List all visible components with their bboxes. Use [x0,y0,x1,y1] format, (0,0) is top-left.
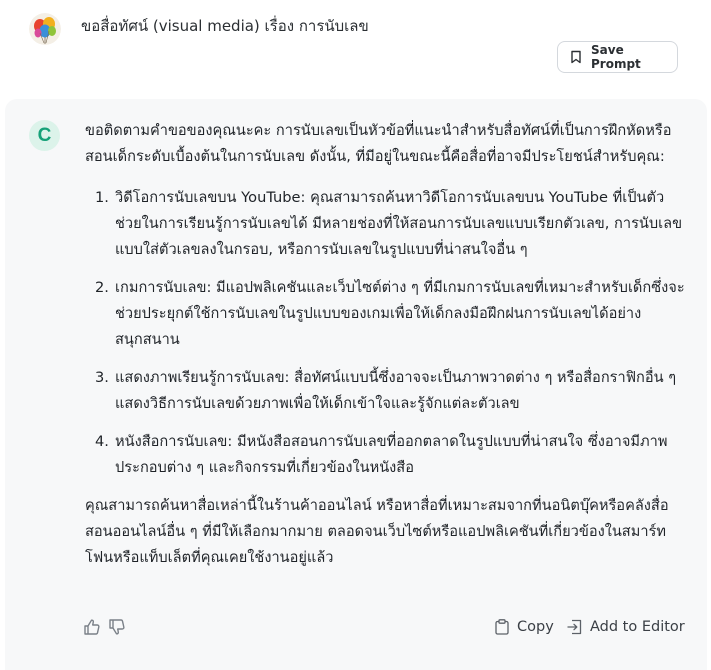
save-prompt-label: Save Prompt [591,43,641,71]
list-item-number: 1. [95,189,109,206]
clipboard-icon [493,618,511,636]
thumbs-up-icon [84,619,100,635]
list-item-number: 2. [95,279,109,296]
prompt-text: ขอสื่อทัศน์ (visual media) เรื่อง การนับ… [81,17,369,35]
add-to-editor-label: Add to Editor [590,619,685,635]
thumbs-down-icon [109,619,125,635]
list-item-text: แสดงภาพเรียนรู้การนับเลข: สื่อทัศน์แบบนี… [115,369,677,412]
thumbs-up-button[interactable] [82,617,102,637]
list-item: 2. เกมการนับเลข: มีแอปพลิเคชันและเว็บไซต… [85,275,685,353]
assistant-avatar: C [29,120,60,151]
copy-label: Copy [517,619,554,635]
list-item: 4. หนังสือการนับเลข: มีหนังสือสอนการนับเ… [85,429,685,481]
media-suggestion-list: 1. วิดีโอการนับเลขบน YouTube: คุณสามารถค… [85,185,685,481]
user-prompt-row: ขอสื่อทัศน์ (visual media) เรื่อง การนับ… [0,0,711,96]
assistant-response-panel: C ขอติดตามคำขอของคุณนะคะ การนับเลขเป็นหั… [5,99,707,670]
list-item-number: 3. [95,369,109,386]
list-item-text: หนังสือการนับเลข: มีหนังสือสอนการนับเลขท… [115,433,668,476]
response-intro: ขอติดตามคำขอของคุณนะคะ การนับเลขเป็นหัวข… [85,122,672,165]
add-to-editor-button[interactable]: Add to Editor [566,616,685,638]
response-content: ขอติดตามคำขอของคุณนะคะ การนับเลขเป็นหัวข… [85,118,685,571]
copy-button[interactable]: Copy [493,616,554,638]
response-outro: คุณสามารถค้นหาสื่อเหล่านี้ในร้านค้าออนไล… [85,497,669,566]
list-item-number: 4. [95,433,109,450]
add-to-editor-icon [566,618,584,636]
balloons-avatar-icon [29,13,61,45]
thumbs-down-button[interactable] [107,617,127,637]
bookmark-icon [570,50,582,64]
chat-page: ขอสื่อทัศน์ (visual media) เรื่อง การนับ… [0,0,711,670]
list-item-text: เกมการนับเลข: มีแอปพลิเคชันและเว็บไซต์ต่… [115,279,685,348]
response-action-bar: Copy Add to Editor [5,613,707,643]
list-item: 3. แสดงภาพเรียนรู้การนับเลข: สื่อทัศน์แบ… [85,365,685,417]
save-prompt-button[interactable]: Save Prompt [557,41,678,73]
user-avatar [29,13,61,45]
list-item-text: วิดีโอการนับเลขบน YouTube: คุณสามารถค้นห… [115,189,683,258]
list-item: 1. วิดีโอการนับเลขบน YouTube: คุณสามารถค… [85,185,685,263]
